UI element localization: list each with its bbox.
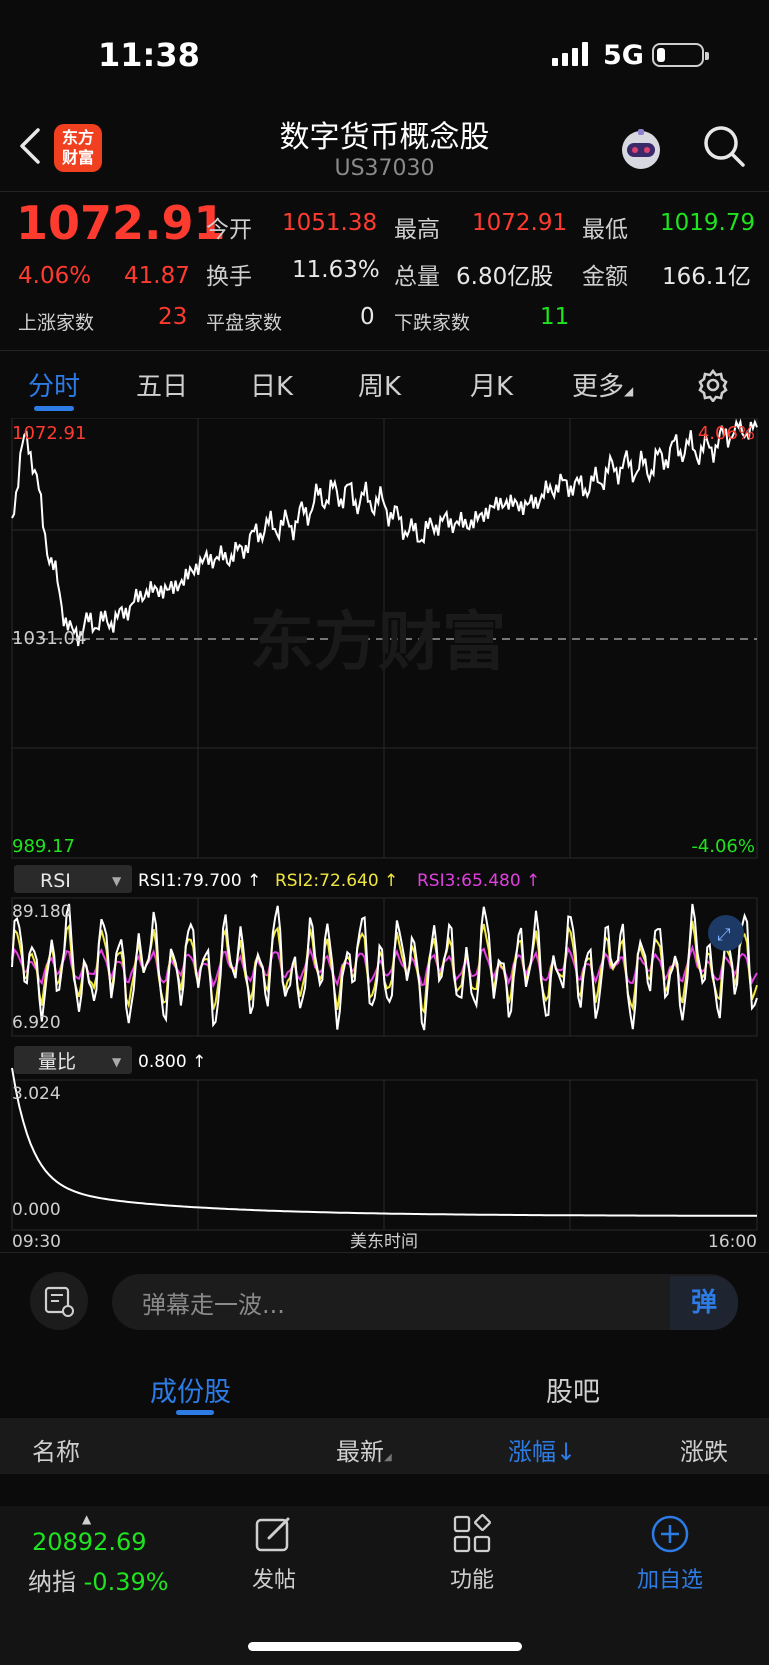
expand-arrows-icon: ⤢: [717, 925, 731, 945]
tab-weekly-k[interactable]: 周K: [358, 366, 401, 403]
up-count-label: 上涨家数: [18, 312, 95, 334]
rsi-selector-label: RSI: [40, 870, 71, 892]
volume-label: 总量: [394, 264, 440, 290]
low-value: 1019.79: [660, 210, 756, 236]
column-latest-label: 最新: [336, 1438, 384, 1466]
watermark: 东方财富: [250, 606, 506, 680]
time-axis-end: 16:00: [708, 1232, 757, 1252]
change-percent: 4.06%: [18, 263, 92, 289]
nasdaq-name: 纳指: [28, 1568, 76, 1596]
turnover-label: 换手: [206, 264, 252, 290]
divider: [0, 1252, 769, 1253]
amount-value: 166.1亿: [662, 264, 751, 290]
tab-constituents[interactable]: 成份股: [150, 1370, 231, 1409]
active-tab-indicator: [34, 406, 74, 411]
low-label: 最低: [582, 217, 628, 243]
high-label: 最高: [394, 217, 440, 243]
network-type: 5G: [603, 40, 644, 71]
active-subtab-indicator: [176, 1410, 214, 1415]
nasdaq-value[interactable]: 20892.69: [32, 1528, 147, 1556]
tab-more-label: 更多: [572, 372, 625, 402]
status-time: 11:38: [98, 36, 200, 74]
open-value: 1051.38: [282, 210, 378, 236]
price-axis-mid: 1031.04: [12, 628, 86, 649]
rsi-axis-min: 6.920: [12, 1013, 61, 1033]
up-count: 23: [158, 304, 188, 330]
caret-down-icon: ◢: [624, 384, 634, 398]
high-value: 1072.91: [472, 210, 568, 236]
settings-gear-icon[interactable]: [696, 368, 730, 402]
edit-post-icon[interactable]: [254, 1514, 294, 1554]
current-price: 1072.91: [16, 196, 226, 250]
add-watchlist-icon[interactable]: [650, 1514, 690, 1554]
turnover-value: 11.63%: [292, 257, 380, 283]
amount-label: 金额: [582, 264, 628, 290]
volume-ratio-caret-icon: ▼: [112, 1055, 122, 1069]
add-watchlist-button[interactable]: 加自选: [610, 1562, 730, 1594]
tab-more[interactable]: 更多◢: [572, 366, 633, 403]
price-axis-top: 1072.91: [12, 423, 86, 444]
pct-axis-top: 4.06%: [698, 423, 755, 444]
caret-up-icon: ▲: [82, 1512, 92, 1526]
functions-grid-icon[interactable]: [452, 1514, 492, 1554]
time-axis-mid: 美东时间: [350, 1232, 418, 1252]
search-icon[interactable]: [702, 124, 746, 168]
volume-ratio-value: 0.800 ↑: [138, 1052, 206, 1072]
subtab-bar: [0, 1352, 769, 1418]
tab-stock-forum[interactable]: 股吧: [546, 1370, 600, 1409]
flat-count: 0: [360, 304, 375, 330]
column-name[interactable]: 名称: [32, 1432, 80, 1467]
intraday-chart[interactable]: 东方财富 1072.91 4.06% 1031.04 989.17 -4.06%…: [0, 418, 769, 1258]
tab-daily-k[interactable]: 日K: [250, 366, 293, 403]
volume-value: 6.80亿股: [456, 264, 554, 290]
column-change[interactable]: 涨跌: [680, 1432, 728, 1467]
divider: [0, 350, 769, 351]
tab-five-day[interactable]: 五日: [136, 366, 188, 403]
danmu-settings-button[interactable]: [30, 1272, 88, 1330]
post-button[interactable]: 发帖: [214, 1562, 334, 1594]
volume-ratio-selector-label: 量比: [38, 1051, 76, 1073]
rsi-selector-caret-icon: ▼: [112, 874, 122, 888]
column-latest[interactable]: 最新◢: [336, 1432, 392, 1467]
time-axis-start: 09:30: [12, 1232, 61, 1252]
rsi-axis-max: 89.180: [12, 902, 71, 922]
robot-assistant-icon[interactable]: [618, 128, 664, 174]
flat-count-label: 平盘家数: [206, 312, 283, 334]
battery-icon: [652, 43, 709, 67]
danmu-placeholder: 弹幕走一波...: [142, 1291, 285, 1319]
nasdaq-pct: -0.39%: [83, 1568, 169, 1596]
nasdaq-label[interactable]: 纳指 -0.39%: [28, 1562, 169, 1597]
open-label: 今开: [206, 217, 252, 243]
pct-axis-bottom: -4.06%: [691, 836, 755, 857]
danmu-settings-icon: [44, 1286, 74, 1317]
rsi3-label: RSI3:65.480 ↑: [417, 871, 540, 891]
volume-ratio-axis-max: 3.024: [12, 1084, 61, 1104]
functions-button[interactable]: 功能: [412, 1562, 532, 1594]
down-count: 11: [540, 304, 570, 330]
tab-intraday[interactable]: 分时: [28, 366, 80, 403]
column-change-pct[interactable]: 涨幅↓: [508, 1432, 576, 1467]
sort-caret-icon: ◢: [384, 1452, 392, 1463]
price-axis-bottom: 989.17: [12, 836, 75, 857]
home-indicator: [248, 1642, 522, 1651]
cellular-signal-icon: [552, 42, 588, 66]
change-amount: 41.87: [124, 263, 190, 289]
danmu-send-button[interactable]: 弹: [670, 1276, 738, 1330]
tab-monthly-k[interactable]: 月K: [470, 366, 513, 403]
volume-ratio-axis-min: 0.000: [12, 1200, 61, 1220]
divider: [0, 191, 769, 192]
rsi2-label: RSI2:72.640 ↑: [275, 871, 398, 891]
down-count-label: 下跌家数: [394, 312, 471, 334]
rsi1-label: RSI1:79.700 ↑: [138, 871, 261, 891]
